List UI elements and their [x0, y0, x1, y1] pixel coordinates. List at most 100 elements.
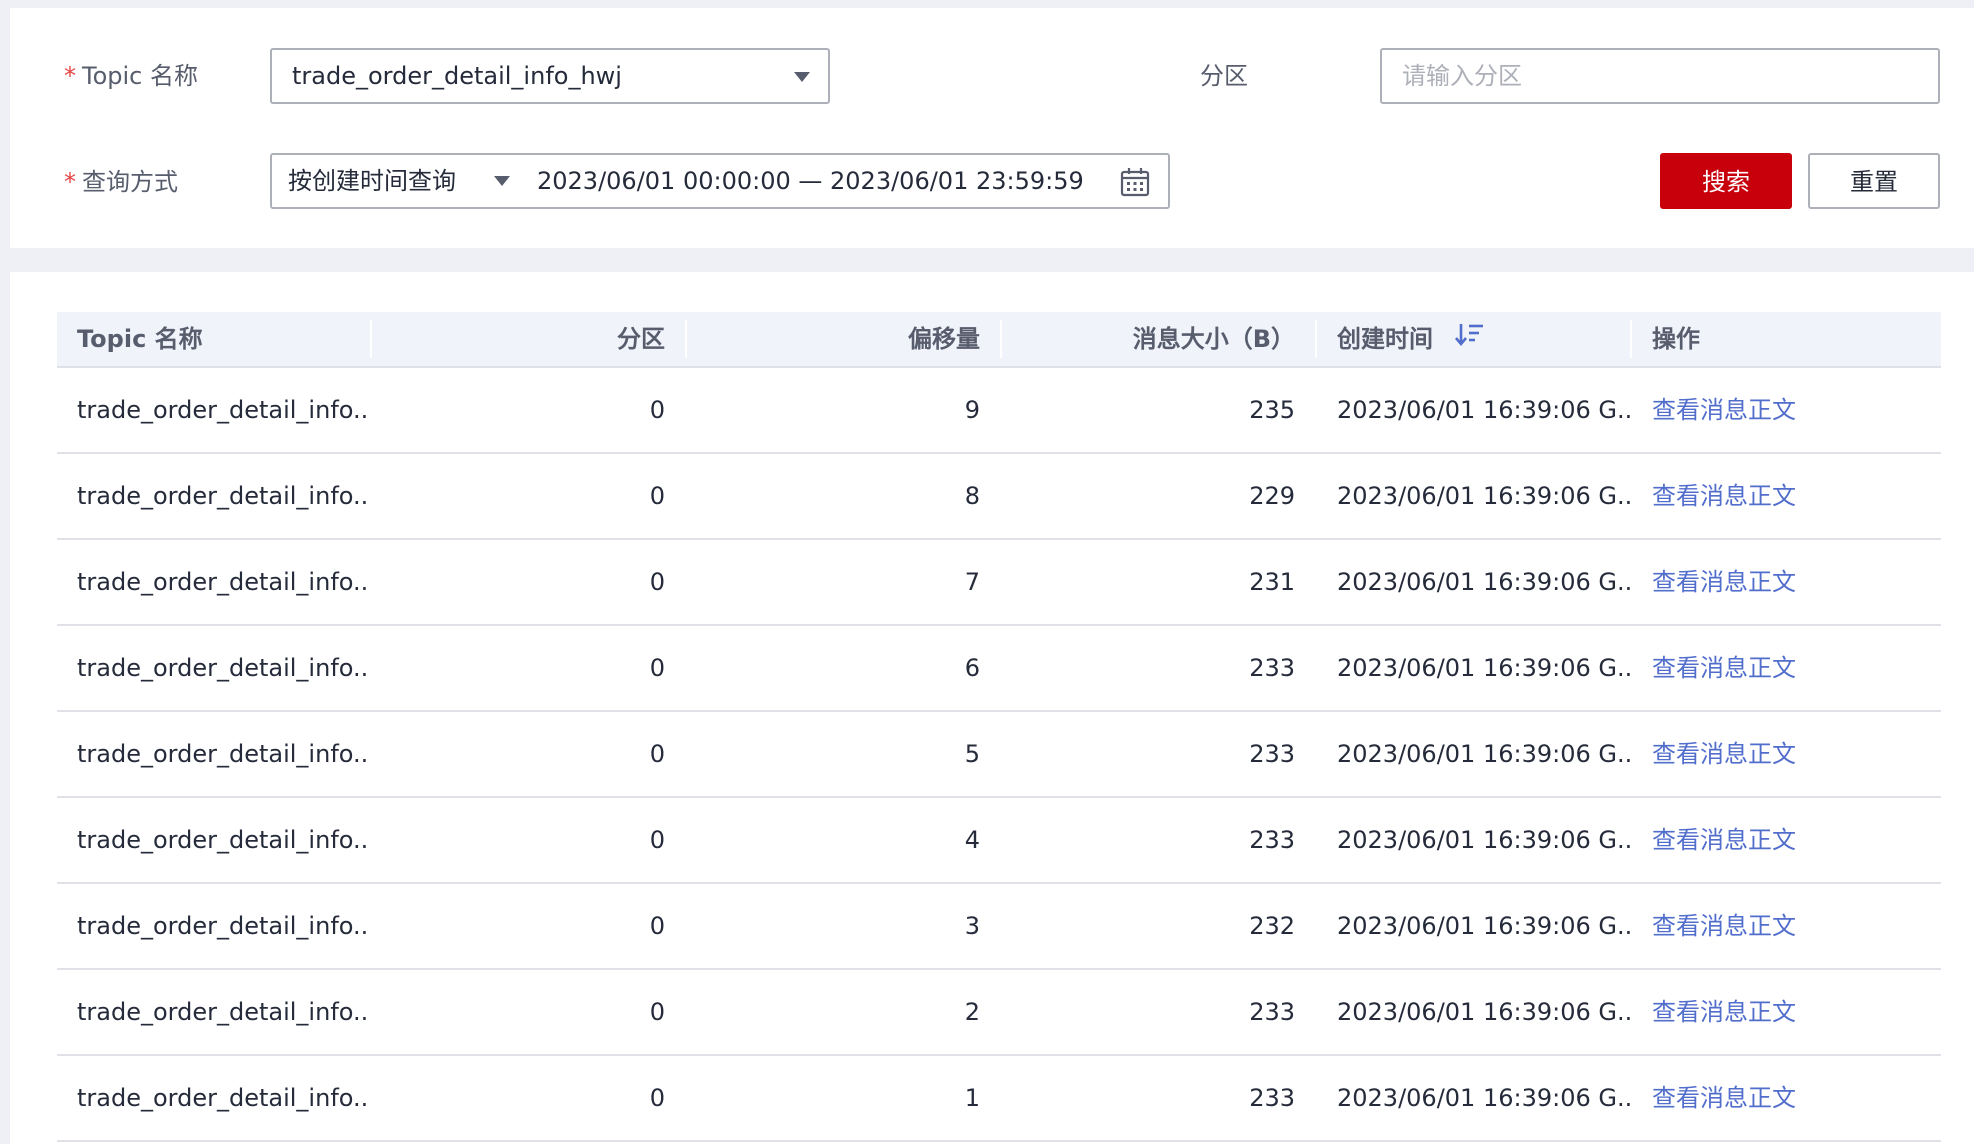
cell-topic: trade_order_detail_info... — [77, 998, 370, 1026]
topic-select-value: trade_order_detail_info_hwj — [292, 62, 622, 90]
topic-select[interactable]: trade_order_detail_info_hwj — [270, 48, 830, 104]
view-message-link[interactable]: 查看消息正文 — [1652, 912, 1796, 940]
column-header-partition: 分区 — [617, 325, 665, 353]
cell-topic: trade_order_detail_info... — [77, 912, 370, 940]
cell-created: 2023/06/01 16:39:06 G... — [1337, 482, 1630, 510]
cell-partition: 0 — [649, 740, 665, 768]
cell-topic: trade_order_detail_info... — [77, 396, 370, 424]
cell-action: 查看消息正文 — [1632, 454, 1941, 538]
cell-topic: trade_order_detail_info... — [77, 826, 370, 854]
view-message-link[interactable]: 查看消息正文 — [1652, 826, 1796, 854]
cell-size: 229 — [1249, 482, 1295, 510]
results-panel: Topic 名称 分区 偏移量 消息大小（B） 创建时间 操作 trade_or… — [10, 272, 1974, 1144]
cell-partition: 0 — [649, 998, 665, 1026]
table-row: trade_order_detail_info... 0 4 233 2023/… — [57, 798, 1941, 884]
cell-size: 232 — [1249, 912, 1295, 940]
column-header-action: 操作 — [1652, 325, 1700, 353]
cell-offset: 8 — [964, 482, 980, 510]
search-button[interactable]: 搜索 — [1660, 153, 1792, 209]
table-row: trade_order_detail_info... 0 9 235 2023/… — [57, 368, 1941, 454]
partition-label: 分区 — [1200, 62, 1248, 90]
cell-topic: trade_order_detail_info... — [77, 654, 370, 682]
cell-size: 233 — [1249, 1084, 1295, 1112]
cell-created: 2023/06/01 16:39:06 G... — [1337, 826, 1630, 854]
cell-action: 查看消息正文 — [1632, 970, 1941, 1054]
view-message-link[interactable]: 查看消息正文 — [1652, 396, 1796, 424]
cell-offset: 9 — [964, 396, 980, 424]
cell-created: 2023/06/01 16:39:06 G... — [1337, 654, 1630, 682]
cell-partition: 0 — [649, 1084, 665, 1112]
query-mode-select[interactable]: 按创建时间查询 — [272, 155, 522, 207]
cell-action: 查看消息正文 — [1632, 1056, 1941, 1140]
reset-button[interactable]: 重置 — [1808, 153, 1940, 209]
cell-offset: 1 — [964, 1084, 980, 1112]
column-header-topic: Topic 名称 — [77, 325, 203, 353]
cell-size: 233 — [1249, 998, 1295, 1026]
view-message-link[interactable]: 查看消息正文 — [1652, 998, 1796, 1026]
cell-offset: 4 — [964, 826, 980, 854]
topic-label: * Topic 名称 — [64, 62, 198, 90]
cell-partition: 0 — [649, 482, 665, 510]
table-row: trade_order_detail_info... 0 1 233 2023/… — [57, 1056, 1941, 1142]
cell-offset: 6 — [964, 654, 980, 682]
cell-offset: 7 — [964, 568, 980, 596]
calendar-icon[interactable] — [1120, 167, 1150, 201]
view-message-link[interactable]: 查看消息正文 — [1652, 482, 1796, 510]
cell-size: 233 — [1249, 654, 1295, 682]
column-header-offset: 偏移量 — [908, 325, 980, 353]
cell-partition: 0 — [649, 912, 665, 940]
cell-created: 2023/06/01 16:39:06 G... — [1337, 1084, 1630, 1112]
view-message-link[interactable]: 查看消息正文 — [1652, 1084, 1796, 1112]
cell-offset: 2 — [964, 998, 980, 1026]
table-row: trade_order_detail_info... 0 8 229 2023/… — [57, 454, 1941, 540]
cell-action: 查看消息正文 — [1632, 368, 1941, 452]
cell-size: 235 — [1249, 396, 1295, 424]
cell-topic: trade_order_detail_info... — [77, 482, 370, 510]
sort-desc-icon[interactable] — [1455, 313, 1485, 367]
view-message-link[interactable]: 查看消息正文 — [1652, 740, 1796, 768]
cell-action: 查看消息正文 — [1632, 540, 1941, 624]
table-header: Topic 名称 分区 偏移量 消息大小（B） 创建时间 操作 — [57, 312, 1941, 368]
partition-input[interactable] — [1380, 48, 1940, 104]
cell-size: 231 — [1249, 568, 1295, 596]
cell-action: 查看消息正文 — [1632, 884, 1941, 968]
table-body: trade_order_detail_info... 0 9 235 2023/… — [57, 368, 1941, 1142]
table-row: trade_order_detail_info... 0 7 231 2023/… — [57, 540, 1941, 626]
cell-partition: 0 — [649, 826, 665, 854]
cell-topic: trade_order_detail_info... — [77, 1084, 370, 1112]
table-row: trade_order_detail_info... 0 5 233 2023/… — [57, 712, 1941, 798]
search-panel: * Topic 名称 trade_order_detail_info_hwj 分区… — [10, 8, 1974, 248]
table-row: trade_order_detail_info... 0 6 233 2023/… — [57, 626, 1941, 712]
cell-size: 233 — [1249, 740, 1295, 768]
cell-offset: 3 — [964, 912, 980, 940]
required-mark: * — [64, 62, 76, 90]
table-row: trade_order_detail_info... 0 3 232 2023/… — [57, 884, 1941, 970]
chevron-down-icon — [494, 176, 510, 186]
query-mode-group: 按创建时间查询 2023/06/01 00:00:00 — 2023/06/01… — [270, 153, 1170, 209]
cell-created: 2023/06/01 16:39:06 G... — [1337, 912, 1630, 940]
column-header-created[interactable]: 创建时间 — [1317, 312, 1630, 366]
cell-partition: 0 — [649, 654, 665, 682]
cell-created: 2023/06/01 16:39:06 G... — [1337, 568, 1630, 596]
message-table: Topic 名称 分区 偏移量 消息大小（B） 创建时间 操作 trade_or… — [57, 312, 1941, 1142]
cell-partition: 0 — [649, 396, 665, 424]
cell-action: 查看消息正文 — [1632, 798, 1941, 882]
cell-offset: 5 — [964, 740, 980, 768]
cell-partition: 0 — [649, 568, 665, 596]
view-message-link[interactable]: 查看消息正文 — [1652, 568, 1796, 596]
view-message-link[interactable]: 查看消息正文 — [1652, 654, 1796, 682]
chevron-down-icon — [794, 72, 810, 82]
cell-action: 查看消息正文 — [1632, 626, 1941, 710]
query-mode-label: * 查询方式 — [64, 168, 178, 196]
cell-size: 233 — [1249, 826, 1295, 854]
cell-topic: trade_order_detail_info... — [77, 568, 370, 596]
cell-created: 2023/06/01 16:39:06 G... — [1337, 740, 1630, 768]
column-header-size: 消息大小（B） — [1132, 325, 1295, 353]
required-mark: * — [64, 168, 76, 196]
cell-created: 2023/06/01 16:39:06 G... — [1337, 998, 1630, 1026]
cell-topic: trade_order_detail_info... — [77, 740, 370, 768]
table-row: trade_order_detail_info... 0 2 233 2023/… — [57, 970, 1941, 1056]
date-range-picker[interactable]: 2023/06/01 00:00:00 — 2023/06/01 23:59:5… — [522, 155, 1168, 207]
query-mode-value: 按创建时间查询 — [288, 167, 456, 195]
cell-action: 查看消息正文 — [1632, 712, 1941, 796]
